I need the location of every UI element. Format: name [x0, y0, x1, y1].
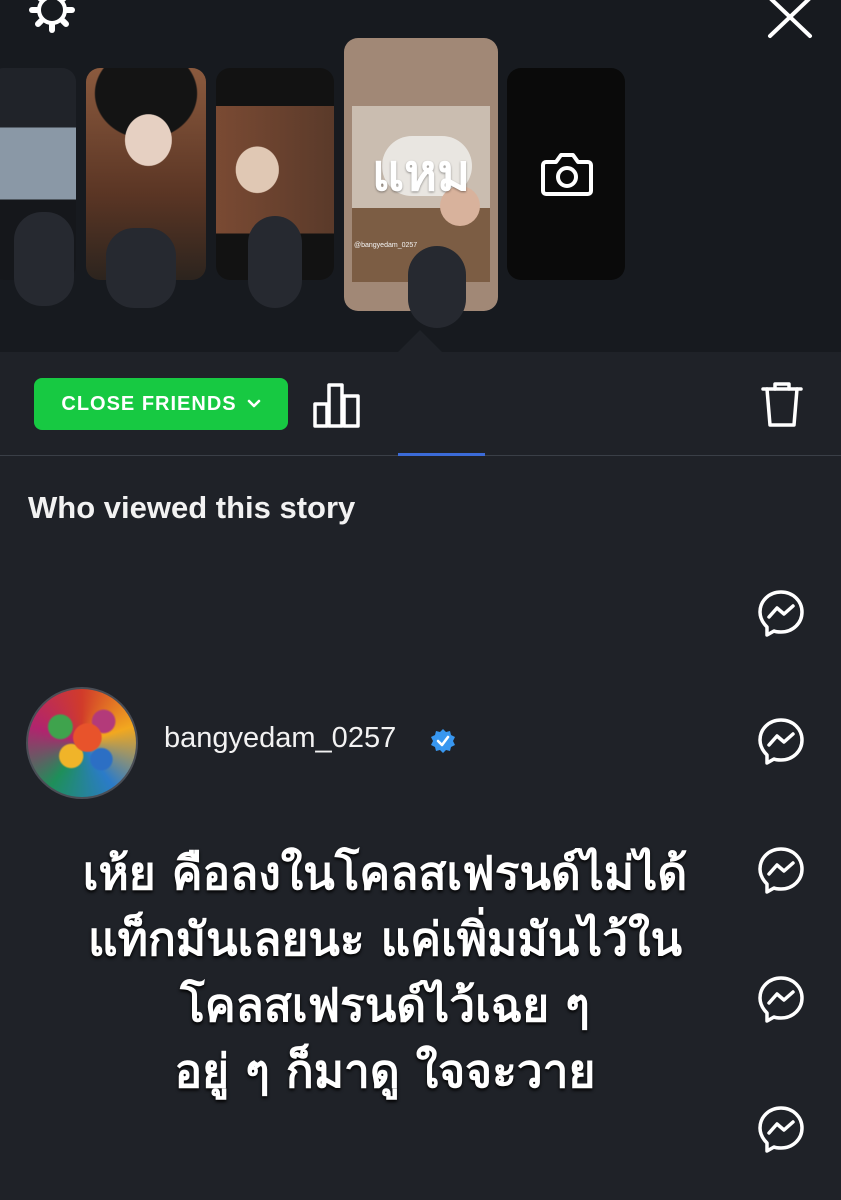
story-handle: @bangyedam_0257: [354, 242, 418, 249]
close-friends-label: CLOSE FRIENDS: [61, 392, 237, 415]
messenger-icon[interactable]: [756, 588, 806, 638]
caption-overlay: เห้ย คือลงในโคลสเฟรนด์ไม่ได้ แท็กมันเลยน…: [0, 840, 770, 1104]
caption-line: โคลสเฟรนด์ไว้เฉย ๆ: [180, 978, 590, 1032]
caption-line: เห้ย คือลงในโคลสเฟรนด์ไม่ได้: [82, 846, 688, 900]
redaction: [248, 216, 302, 308]
verified-badge-icon: [431, 729, 455, 753]
messenger-icon[interactable]: [756, 716, 806, 766]
redaction: [14, 212, 74, 306]
chevron-down-icon: [247, 399, 260, 408]
avatar[interactable]: [26, 687, 138, 799]
bar-chart-icon[interactable]: [312, 382, 362, 428]
close-friends-button[interactable]: CLOSE FRIENDS: [34, 378, 288, 430]
close-icon[interactable]: [766, 0, 814, 40]
redaction: [106, 228, 176, 308]
viewer-username[interactable]: bangyedam_0257: [164, 722, 396, 755]
caption-line: แท็กมันเลยนะ แค่เพิ่มมันไว้ใน: [87, 912, 683, 966]
caption-line: อยู่ ๆ ก็มาดู ใจจะวาย: [174, 1044, 596, 1098]
trash-icon[interactable]: [760, 380, 804, 428]
selection-caret: [398, 330, 442, 352]
story-overlay-text: แหม: [371, 144, 471, 202]
gear-icon[interactable]: [28, 0, 76, 34]
camera-icon[interactable]: [540, 148, 594, 198]
active-tab-indicator: [398, 453, 485, 456]
viewers-heading: Who viewed this story: [28, 490, 356, 525]
redaction: [408, 246, 466, 328]
messenger-icon[interactable]: [756, 1104, 806, 1154]
